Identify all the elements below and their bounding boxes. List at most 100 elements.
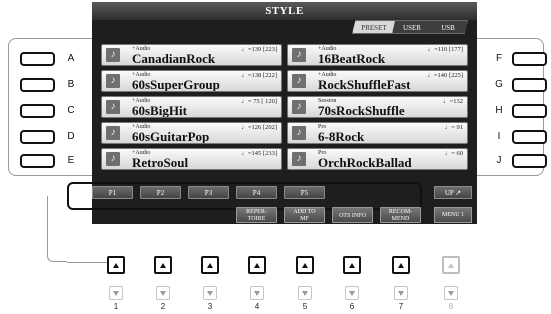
- song-name: OrchRockBallad: [318, 155, 412, 170]
- song-card-right-h[interactable]: ♪ Session 70sRockShuffle ♩=132: [287, 96, 468, 118]
- button-c[interactable]: [20, 104, 55, 118]
- song-name: RetroSoul: [132, 155, 189, 170]
- song-name: 6-8Rock: [318, 129, 365, 144]
- song-card-left-a[interactable]: ♪ +Audio CanadianRock ♩=139 [223]: [101, 44, 282, 66]
- ots-info-button[interactable]: OTS INFO: [332, 207, 373, 223]
- arrow-up-icon: [349, 263, 355, 268]
- up-button[interactable]: UP ↗: [434, 186, 472, 199]
- button-f[interactable]: [512, 52, 547, 66]
- arrow-up-icon: [302, 263, 308, 268]
- guitar-icon: ♪: [106, 100, 120, 114]
- button-f-label: F: [495, 53, 503, 64]
- number-7-label: 7: [398, 302, 404, 311]
- button-i[interactable]: [512, 130, 547, 144]
- button-h[interactable]: [512, 104, 547, 118]
- song-tempo: ♩=140 [225]: [427, 72, 463, 79]
- song-name: 70sRockShuffle: [318, 103, 405, 118]
- number-7-up-button[interactable]: [392, 256, 410, 274]
- song-card-right-i[interactable]: ♪ Pro 6-8Rock ♩= 91: [287, 122, 468, 144]
- button-g[interactable]: [512, 78, 547, 92]
- number-8-down-button[interactable]: [444, 286, 458, 300]
- drum-icon: ♪: [292, 100, 306, 114]
- number-4-down-button[interactable]: [250, 286, 264, 300]
- guitar-icon: ♪: [106, 126, 120, 140]
- arrow-down-icon: [207, 291, 213, 296]
- guitar-icon: ♪: [106, 74, 120, 88]
- drum-icon: ♪: [292, 152, 306, 166]
- song-card-left-c[interactable]: ♪ +Audio 60sBigHit ♩= 75 [ 120]: [101, 96, 282, 118]
- number-3-down-button[interactable]: [203, 286, 217, 300]
- drum-icon: ♪: [292, 74, 306, 88]
- recommend-button[interactable]: RECOM- MEND: [380, 207, 421, 223]
- connector-line-left: [47, 196, 67, 262]
- tab-usb[interactable]: USB: [428, 20, 468, 34]
- number-7-down-button[interactable]: [394, 286, 408, 300]
- number-2-label: 2: [160, 302, 166, 311]
- button-j[interactable]: [512, 154, 547, 168]
- song-tempo: ♩= 60: [444, 150, 463, 157]
- number-4-label: 4: [254, 302, 260, 311]
- repertoire-button[interactable]: REPER- TOIRE: [236, 207, 277, 223]
- arrow-down-icon: [302, 291, 308, 296]
- page-selector-highlight: [67, 182, 422, 210]
- arrow-down-icon: [113, 291, 119, 296]
- song-tempo: ♩= 91: [444, 124, 463, 131]
- song-name: RockShuffleFast: [318, 77, 411, 92]
- song-card-right-f[interactable]: ♪ +Audio 16BeatRock ♩=110 [177]: [287, 44, 468, 66]
- number-6-down-button[interactable]: [345, 286, 359, 300]
- number-6-up-button[interactable]: [343, 256, 361, 274]
- song-tempo: ♩=145 [233]: [241, 150, 277, 157]
- button-b[interactable]: [20, 78, 55, 92]
- number-1-up-button[interactable]: [107, 256, 125, 274]
- song-card-right-g[interactable]: ♪ +Audio RockShuffleFast ♩=140 [225]: [287, 70, 468, 92]
- song-card-left-d[interactable]: ♪ +Audio 60sGuitarPop ♩=126 [202]: [101, 122, 282, 144]
- number-2-down-button[interactable]: [156, 286, 170, 300]
- repertoire-label-line2: TOIRE: [247, 216, 266, 222]
- number-4-up-button[interactable]: [248, 256, 266, 274]
- drum-icon: ♪: [292, 48, 306, 62]
- song-card-left-e[interactable]: ♪ +Audio RetroSoul ♩=145 [233]: [101, 148, 282, 170]
- number-2-up-button[interactable]: [154, 256, 172, 274]
- repertoire-label-line1: REPER-: [246, 209, 267, 215]
- arrow-down-icon: [160, 291, 166, 296]
- button-d[interactable]: [20, 130, 55, 144]
- connector-line-bottom: [67, 262, 107, 263]
- number-5-down-button[interactable]: [298, 286, 312, 300]
- guitar-icon: ♪: [106, 152, 120, 166]
- button-a[interactable]: [20, 52, 55, 66]
- button-g-label: G: [495, 79, 503, 90]
- button-e[interactable]: [20, 154, 55, 168]
- number-3-up-button[interactable]: [201, 256, 219, 274]
- arrow-down-icon: [448, 291, 454, 296]
- number-1-label: 1: [113, 302, 119, 311]
- number-6-label: 6: [349, 302, 355, 311]
- song-tempo: ♩=139 [223]: [241, 46, 277, 53]
- arrow-up-icon: [254, 263, 260, 268]
- number-8-up-button[interactable]: [442, 256, 460, 274]
- arrow-down-icon: [349, 291, 355, 296]
- number-5-up-button[interactable]: [296, 256, 314, 274]
- tab-user[interactable]: USER: [392, 20, 432, 34]
- button-b-label: B: [67, 79, 75, 90]
- button-a-label: A: [67, 53, 75, 64]
- song-card-right-j[interactable]: ♪ Pro OrchRockBallad ♩= 60: [287, 148, 468, 170]
- song-tempo: ♩=138 [222]: [241, 72, 277, 79]
- song-name: 60sSuperGroup: [132, 77, 220, 92]
- recommend-label-line1: RECOM-: [388, 209, 413, 215]
- song-tempo: ♩= 75 [ 120]: [241, 98, 277, 105]
- add-to-mf-button[interactable]: ADD TO MF: [284, 207, 325, 223]
- tab-preset[interactable]: PRESET: [352, 20, 396, 34]
- menu1-button[interactable]: MENU 1: [434, 207, 472, 223]
- button-e-label: E: [67, 155, 75, 166]
- add-to-mf-label-line2: MF: [300, 216, 309, 222]
- arrow-up-icon: [207, 263, 213, 268]
- drum-icon: ♪: [292, 126, 306, 140]
- song-card-left-b[interactable]: ♪ +Audio 60sSuperGroup ♩=138 [222]: [101, 70, 282, 92]
- recommend-label-line2: MEND: [391, 216, 410, 222]
- ots-info-label: OTS INFO: [339, 213, 366, 219]
- arrow-up-icon: [160, 263, 166, 268]
- arrow-down-icon: [398, 291, 404, 296]
- number-1-down-button[interactable]: [109, 286, 123, 300]
- song-tempo: ♩=126 [202]: [241, 124, 277, 131]
- number-8-label: 8: [448, 302, 454, 311]
